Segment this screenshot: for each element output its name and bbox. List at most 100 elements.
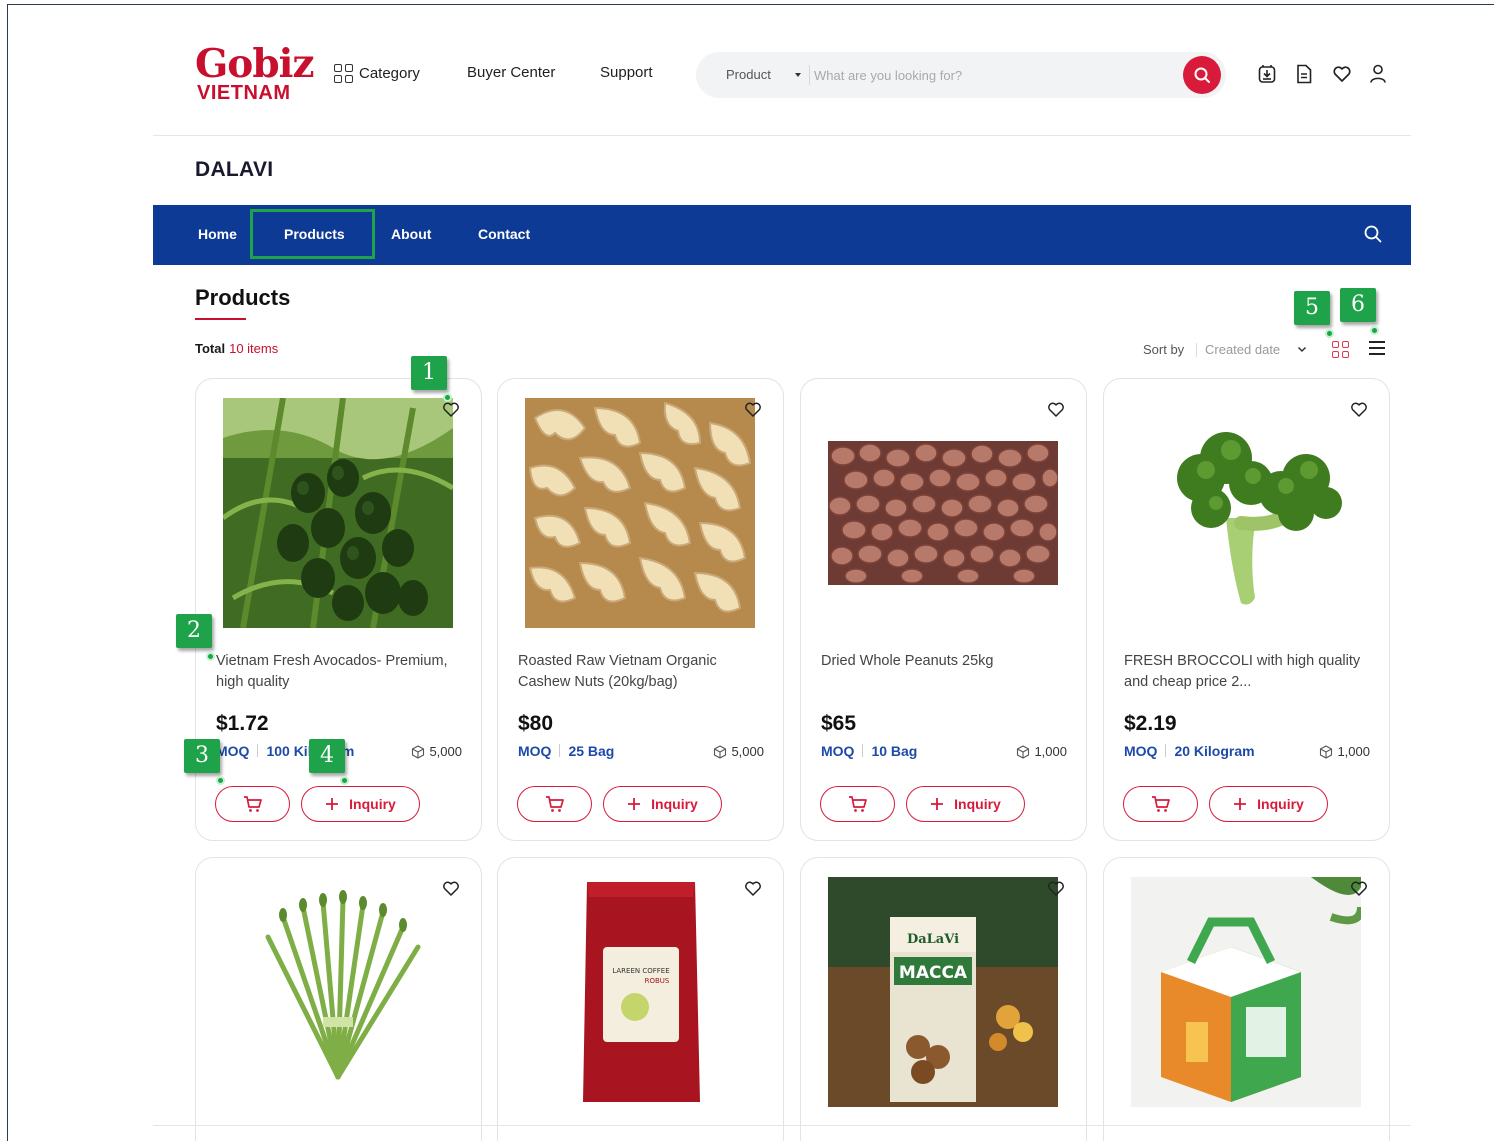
- favorite-heart-icon[interactable]: [442, 880, 460, 897]
- gobiz-logo[interactable]: Gobiz VIETNAM: [195, 42, 315, 104]
- category-grid-icon: [334, 64, 353, 83]
- product-moq: MOQ 10 Bag: [821, 743, 917, 759]
- coffee-label-sub: ROBUS: [645, 977, 670, 985]
- store-nav-products[interactable]: Products: [284, 226, 345, 242]
- stock-value: 1,000: [1034, 744, 1067, 759]
- marker-4-dot: [340, 776, 349, 785]
- product-image-avocado[interactable]: [223, 398, 453, 628]
- favorite-heart-icon[interactable]: [1047, 880, 1065, 897]
- logo-sub: VIETNAM: [197, 82, 291, 104]
- nav-buyer-center-label: Buyer Center: [467, 64, 556, 81]
- product-price: $1.72: [216, 712, 269, 735]
- macca-brand: DaLaVi: [907, 932, 959, 947]
- favorite-heart-icon[interactable]: [442, 401, 460, 418]
- product-image-broccoli[interactable]: [1131, 398, 1361, 628]
- marker-1-dot: [443, 393, 452, 402]
- products-title: Products: [195, 285, 291, 310]
- store-nav-home[interactable]: Home: [198, 226, 237, 242]
- add-to-cart-button[interactable]: [215, 786, 290, 822]
- chevron-down-icon[interactable]: [1296, 343, 1308, 355]
- nav-support[interactable]: Support: [600, 64, 653, 81]
- favorite-heart-icon[interactable]: [744, 401, 762, 418]
- store-name: DALAVI: [195, 158, 274, 181]
- cart-icon: [848, 796, 867, 812]
- product-price: $2.19: [1124, 712, 1177, 735]
- grid-view-icon[interactable]: [1332, 341, 1349, 358]
- product-name[interactable]: Vietnam Fresh Avocados- Premium, high qu…: [216, 651, 456, 693]
- product-card[interactable]: [195, 857, 482, 1141]
- search-category-select[interactable]: Product: [726, 67, 771, 82]
- inquiry-button[interactable]: Inquiry: [906, 786, 1025, 822]
- nav-category[interactable]: Category: [334, 64, 420, 83]
- store-nav-contact[interactable]: Contact: [478, 226, 530, 242]
- search-button[interactable]: [1183, 56, 1221, 94]
- moq-label: MOQ: [216, 743, 250, 759]
- product-image-peanuts[interactable]: [828, 398, 1058, 628]
- box-icon: [1320, 744, 1333, 759]
- inquiry-label: Inquiry: [651, 796, 698, 812]
- plus-icon: [628, 798, 641, 810]
- nav-buyer-center[interactable]: Buyer Center: [467, 64, 555, 81]
- product-name[interactable]: FRESH BROCCOLI with high quality and che…: [1124, 651, 1364, 693]
- product-image-gift-box[interactable]: [1131, 877, 1361, 1107]
- product-card[interactable]: FRESH BROCCOLI with high quality and che…: [1103, 378, 1390, 841]
- product-name[interactable]: Roasted Raw Vietnam Organic Cashew Nuts …: [518, 651, 758, 693]
- product-card[interactable]: [1103, 857, 1390, 1141]
- heart-icon[interactable]: [1332, 64, 1351, 84]
- product-card[interactable]: Dried Whole Peanuts 25kg $65 MOQ 10 Bag 1…: [800, 378, 1087, 841]
- moq-value: 20 Kilogram: [1174, 743, 1255, 759]
- search-input[interactable]: [814, 62, 1174, 88]
- box-icon: [412, 744, 425, 759]
- moq-value: 10 Bag: [871, 743, 918, 759]
- favorite-heart-icon[interactable]: [1350, 880, 1368, 897]
- product-name[interactable]: Dried Whole Peanuts 25kg: [821, 651, 1061, 672]
- favorite-heart-icon[interactable]: [744, 880, 762, 897]
- stock-value: 5,000: [429, 744, 462, 759]
- search-bar: Product: [696, 52, 1226, 98]
- product-image-macadamia[interactable]: DaLaVi MACCA: [828, 877, 1058, 1107]
- stock-value: 5,000: [731, 744, 764, 759]
- inquiry-label: Inquiry: [1257, 796, 1304, 812]
- inquiry-button[interactable]: Inquiry: [301, 786, 420, 822]
- add-to-cart-button[interactable]: [820, 786, 895, 822]
- product-card[interactable]: LAREEN COFFEE ROBUS: [497, 857, 784, 1141]
- product-image-cashew[interactable]: [525, 398, 755, 628]
- product-moq: MOQ 20 Kilogram: [1124, 743, 1255, 759]
- favorite-heart-icon[interactable]: [1047, 401, 1065, 418]
- sort-divider: [1196, 343, 1197, 357]
- stock-value: 1,000: [1337, 744, 1370, 759]
- sort-select[interactable]: Created date: [1205, 342, 1280, 357]
- add-to-cart-button[interactable]: [517, 786, 592, 822]
- product-price: $65: [821, 712, 857, 735]
- user-icon[interactable]: [1369, 64, 1387, 84]
- marker-4: 4: [309, 739, 345, 773]
- add-to-cart-button[interactable]: [1123, 786, 1198, 822]
- box-icon: [714, 744, 727, 759]
- product-card[interactable]: Roasted Raw Vietnam Organic Cashew Nuts …: [497, 378, 784, 841]
- total-label: Total: [195, 341, 226, 356]
- store-nav-about[interactable]: About: [391, 226, 431, 242]
- inquiry-button[interactable]: Inquiry: [1209, 786, 1328, 822]
- store-search-icon[interactable]: [1363, 224, 1383, 244]
- product-image-asparagus[interactable]: [223, 877, 453, 1107]
- nav-support-label: Support: [600, 64, 653, 81]
- document-icon[interactable]: [1295, 64, 1313, 84]
- search-divider: [809, 65, 810, 85]
- title-underline: [195, 318, 246, 320]
- caret-down-icon[interactable]: [795, 73, 801, 77]
- logo-main: Gobiz: [195, 41, 315, 87]
- product-price: $80: [518, 712, 554, 735]
- marker-1: 1: [411, 356, 447, 390]
- product-stock: 5,000: [411, 744, 462, 759]
- marker-3: 3: [184, 739, 220, 773]
- favorite-heart-icon[interactable]: [1350, 401, 1368, 418]
- list-view-icon[interactable]: [1369, 341, 1385, 355]
- download-box-icon[interactable]: [1258, 64, 1276, 84]
- sort-label: Sort by: [1143, 342, 1185, 357]
- total-items: Total 10 items: [195, 341, 278, 356]
- moq-value: 25 Bag: [568, 743, 615, 759]
- product-image-coffee[interactable]: LAREEN COFFEE ROBUS: [525, 877, 755, 1107]
- product-card[interactable]: DaLaVi MACCA: [800, 857, 1087, 1141]
- inquiry-button[interactable]: Inquiry: [603, 786, 722, 822]
- cart-icon: [243, 796, 262, 812]
